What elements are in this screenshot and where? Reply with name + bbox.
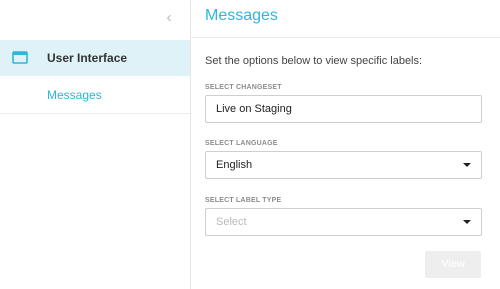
changeset-input[interactable]: Live on Staging <box>205 95 482 123</box>
view-button[interactable]: View <box>425 251 481 278</box>
sidebar-item-label: User Interface <box>47 51 128 65</box>
title-divider <box>191 37 500 38</box>
intro-text: Set the options below to view specific l… <box>205 55 423 67</box>
language-value: English <box>216 159 253 171</box>
caret-down-icon <box>463 220 471 224</box>
language-label: SELECT LANGUAGE <box>205 140 278 147</box>
label-type-placeholder: Select <box>216 216 247 228</box>
window-icon <box>12 51 28 64</box>
label-type-select[interactable]: Select <box>205 208 482 236</box>
main-panel: Messages Set the options below to view s… <box>191 0 500 289</box>
sidebar-divider <box>0 113 190 114</box>
caret-down-icon <box>463 163 471 167</box>
label-type-label: SELECT LABEL TYPE <box>205 197 282 204</box>
language-select[interactable]: English <box>205 151 482 179</box>
changeset-label: SELECT CHANGESET <box>205 84 282 91</box>
sidebar: ‹ User Interface Messages <box>0 0 191 289</box>
sidebar-item-user-interface[interactable]: User Interface <box>0 40 190 76</box>
sidebar-subitem-messages[interactable]: Messages <box>47 88 102 102</box>
page-title: Messages <box>205 7 278 24</box>
collapse-sidebar-icon[interactable]: ‹ <box>159 8 179 28</box>
